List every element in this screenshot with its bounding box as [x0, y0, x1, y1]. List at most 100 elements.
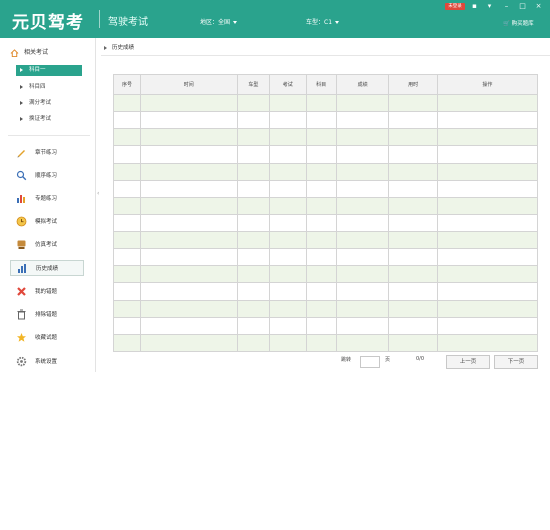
table-cell: [139, 162, 238, 181]
table-row[interactable]: [113, 265, 539, 284]
nav-label: 顺序练习: [35, 173, 58, 179]
nav-exclude-mistakes[interactable]: 排除错题: [10, 307, 84, 323]
column-header[interactable]: 序号: [113, 74, 141, 95]
table-cell: [305, 299, 337, 318]
purchase-button[interactable]: 🛒 购买题库: [503, 19, 534, 27]
page-jump-input[interactable]: [360, 356, 380, 368]
table-row[interactable]: [113, 248, 539, 267]
table-cell: [335, 230, 390, 250]
table-cell: [236, 333, 271, 353]
table-cell: [269, 299, 307, 318]
prev-page-button[interactable]: 上一页: [446, 355, 490, 369]
table-row[interactable]: [113, 316, 539, 335]
column-header[interactable]: 操作: [436, 74, 539, 95]
table-cell: [113, 128, 141, 147]
column-header[interactable]: 车型: [236, 74, 271, 95]
table-cell: [436, 333, 539, 353]
stamp-icon: [17, 240, 26, 249]
purchase-label: 购买题库: [511, 21, 534, 27]
sidebar-heading-label: 相关考试: [24, 49, 49, 56]
nav-history-scores[interactable]: 历史成绩: [10, 260, 84, 276]
sidebar-heading[interactable]: 相关考试: [10, 47, 48, 57]
subject-item-4[interactable]: 科目四: [16, 82, 82, 93]
table-cell: [436, 128, 539, 147]
nav-topic-practice[interactable]: 专题练习: [10, 191, 84, 207]
maximize-icon[interactable]: □: [518, 2, 527, 10]
table-row[interactable]: [113, 230, 539, 250]
table-row[interactable]: [113, 111, 539, 130]
table-row[interactable]: [113, 282, 539, 301]
next-page-button[interactable]: 下一页: [494, 355, 538, 369]
collapse-sidebar-icon[interactable]: ‹: [97, 190, 99, 197]
table-cell: [388, 128, 438, 147]
nav-mock-exam[interactable]: 模拟考试: [10, 214, 84, 230]
column-header[interactable]: 时间: [139, 74, 238, 95]
region-dropdown[interactable]: 地区：全国: [200, 17, 238, 26]
table-cell: [388, 162, 438, 181]
nav-favorite-questions[interactable]: 收藏试题: [10, 330, 84, 346]
table-cell: [436, 196, 539, 215]
table-cell: [269, 265, 307, 284]
table-cell: [305, 128, 337, 147]
home-icon: [10, 48, 19, 57]
subject-item-renew[interactable]: 换证考试: [16, 114, 82, 125]
table-row[interactable]: [113, 299, 539, 318]
table-row[interactable]: [113, 196, 539, 215]
table-cell: [335, 282, 390, 301]
close-icon[interactable]: ×: [534, 2, 543, 10]
cart-icon: 🛒: [503, 21, 510, 27]
table-row[interactable]: [113, 162, 539, 181]
table-cell: [236, 111, 271, 130]
table-row[interactable]: [113, 128, 539, 147]
nav-label: 系统设置: [35, 359, 58, 365]
table-cell: [139, 111, 238, 130]
table-row[interactable]: [113, 145, 539, 164]
table-row[interactable]: [113, 179, 539, 198]
subject-label: 科目一: [29, 67, 46, 73]
sidebar-divider: [8, 135, 90, 136]
table-cell: [388, 299, 438, 318]
jump-label: 跳转: [341, 357, 352, 363]
triangle-right-icon: [104, 45, 107, 50]
table-cell: [269, 333, 307, 353]
column-header[interactable]: 成绩: [335, 74, 390, 95]
menu-icon[interactable]: ▾: [485, 2, 494, 10]
table-cell: [269, 111, 307, 130]
minimize-icon[interactable]: –: [502, 2, 511, 10]
table-cell: [269, 162, 307, 181]
nav-sequential-practice[interactable]: 顺序练习: [10, 168, 84, 184]
table-cell: [269, 282, 307, 301]
table-cell: [335, 93, 390, 113]
table-cell: [139, 179, 238, 198]
table-row[interactable]: [113, 213, 539, 233]
subject-item-full[interactable]: 满分考试: [16, 98, 82, 109]
app-subtitle: 驾驶考试: [108, 17, 148, 28]
subject-item-1[interactable]: 科目一: [16, 65, 82, 76]
vehicle-dropdown[interactable]: 车型：C1: [306, 17, 340, 26]
login-badge[interactable]: 未登录: [445, 3, 465, 10]
table-cell: [236, 179, 271, 198]
table-cell: [269, 196, 307, 215]
table-row[interactable]: [113, 93, 539, 113]
nav-simulation-exam[interactable]: 仿真考试: [10, 237, 84, 253]
table-row[interactable]: [113, 333, 539, 353]
chevron-down-icon: [233, 21, 238, 24]
nav-chapter-practice[interactable]: 章节练习: [10, 145, 84, 161]
table-cell: [236, 265, 271, 284]
vehicle-label: 车型：C1: [306, 19, 333, 26]
column-header[interactable]: 科目: [305, 74, 337, 95]
table-cell: [335, 145, 390, 164]
column-header[interactable]: 用时: [388, 74, 438, 95]
table-cell: [305, 316, 337, 335]
nav-system-settings[interactable]: 系统设置: [10, 354, 84, 370]
nav-my-mistakes[interactable]: 我的错题: [10, 284, 84, 300]
header-divider: [99, 10, 100, 28]
table-cell: [388, 196, 438, 215]
column-header[interactable]: 考试: [269, 74, 307, 95]
skin-icon[interactable]: ▪: [470, 2, 479, 10]
table-cell: [388, 111, 438, 130]
nav-label: 仿真考试: [35, 242, 58, 248]
page-suffix: 页: [385, 357, 391, 363]
table-cell: [388, 213, 438, 233]
table-cell: [113, 111, 141, 130]
